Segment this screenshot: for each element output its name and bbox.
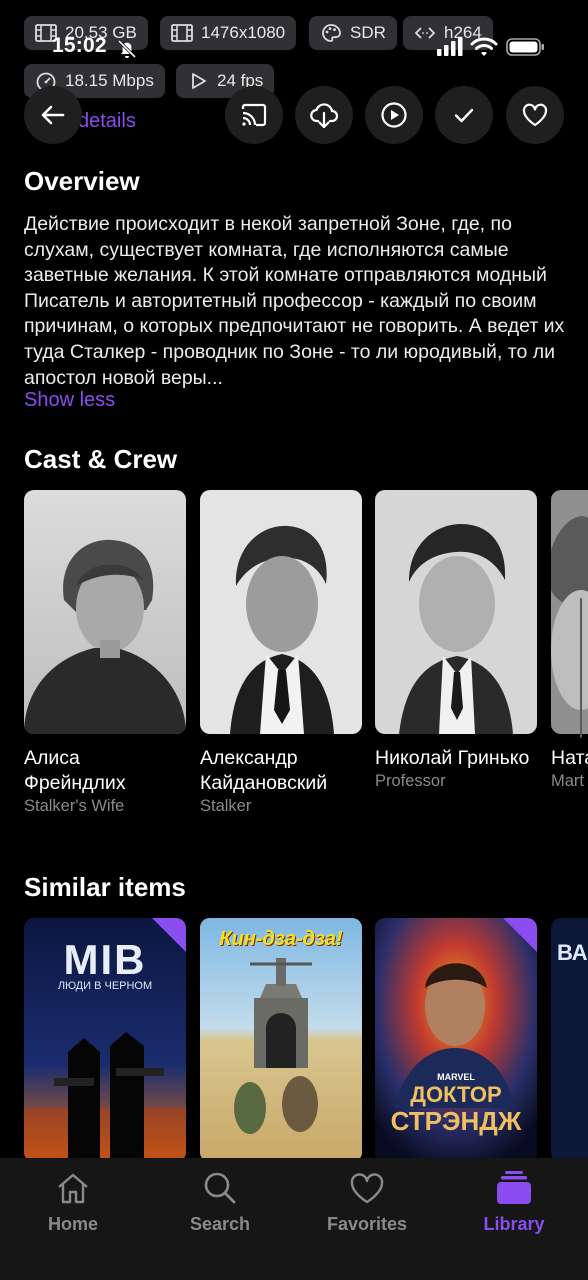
cast-role: Stalker [200, 797, 252, 815]
cast-button[interactable] [225, 86, 283, 144]
play-button[interactable] [365, 86, 423, 144]
code-icon [414, 27, 436, 39]
cast-role: Stalker's Wife [24, 797, 125, 815]
poster-title: ДОКТОР [410, 1082, 502, 1107]
watched-corner-badge [152, 918, 186, 952]
similar-item-poster[interactable]: Кин-дза-дза! [200, 918, 362, 1162]
back-button[interactable] [24, 86, 82, 144]
cast-photo [551, 490, 588, 734]
cast-heading: Cast & Crew [24, 444, 178, 474]
palette-icon [322, 24, 341, 42]
system-status-icons [436, 36, 546, 58]
nav-library-label: Library [483, 1214, 545, 1234]
poster-brand: MARVEL [437, 1072, 475, 1082]
play-circle-icon [381, 102, 407, 128]
nav-library[interactable]: Library [459, 1168, 569, 1235]
battery-icon [506, 38, 544, 56]
similar-item-poster[interactable]: MARVEL ДОКТОР СТРЭНДЖ [375, 918, 537, 1162]
cast-card[interactable]: Алиса Фрейндлих Stalker's Wife [24, 490, 186, 816]
cast-role: Mart [551, 772, 584, 790]
watched-corner-badge [503, 918, 537, 952]
home-icon [58, 1173, 88, 1204]
mute-bell-icon [117, 39, 137, 59]
favorite-button[interactable] [506, 86, 564, 144]
nav-home-label: Home [47, 1214, 98, 1234]
cast-name: Николай Гринько [375, 747, 530, 769]
status-time: 15:02 [52, 34, 107, 57]
cast-card[interactable]: Ната Абр Mart [551, 490, 588, 791]
cast-photo [200, 490, 362, 734]
cast-role: Professor [375, 772, 446, 790]
poster-subtitle: ЛЮДИ В ЧЕРНОМ [57, 980, 153, 992]
show-less-link[interactable]: Show less [24, 389, 115, 412]
nav-home[interactable]: Home [18, 1168, 128, 1235]
library-icon [497, 1171, 531, 1204]
cast-photo [375, 490, 537, 734]
similar-item-poster[interactable]: ВА [551, 918, 588, 1162]
cast-card[interactable]: Николай Гринько Professor [375, 490, 537, 791]
nav-favorites-label: Favorites [326, 1214, 408, 1234]
bitrate-value: 18.15 Mbps [65, 71, 154, 90]
cast-icon [241, 103, 267, 127]
poster-title-line: СТРЭНДЖ [390, 1106, 522, 1136]
poster-title: ВА [557, 940, 588, 965]
similar-heading: Similar items [24, 872, 186, 902]
play-outline-icon [192, 73, 206, 89]
overview-text: Действие происходит в некой запретной Зо… [24, 213, 565, 389]
heart-icon [522, 103, 548, 127]
similar-item-poster[interactable]: MIB ЛЮДИ В ЧЕРНОМ [24, 918, 186, 1162]
cloud-download-icon [310, 103, 339, 129]
cast-card[interactable]: Александр Кайдановский Stalker [200, 490, 362, 816]
film-icon [171, 24, 193, 42]
bottom-navigation: Home Search Favorites Library [0, 1158, 588, 1280]
arrow-left-icon [41, 105, 65, 125]
search-icon [204, 1172, 236, 1204]
cast-photo [24, 490, 186, 734]
heart-icon [350, 1173, 384, 1204]
poster-title: Кин-дза-дза! [219, 928, 343, 950]
cast-name: Алиса Фрейндлих [24, 747, 126, 794]
cast-name: Ната Абр [551, 747, 588, 769]
nav-favorites[interactable]: Favorites [312, 1168, 422, 1235]
scrollbar-thumb[interactable] [580, 598, 582, 738]
dynamic-range-chip: SDR [309, 16, 397, 50]
signal-icon [437, 37, 463, 56]
resolution-value: 1476x1080 [201, 23, 286, 42]
nav-search-label: Search [189, 1214, 251, 1234]
checkmark-icon [454, 108, 474, 123]
cast-name: Александр Кайдановский [200, 747, 328, 794]
download-button[interactable] [295, 86, 353, 144]
mark-watched-button[interactable] [435, 86, 493, 144]
wifi-icon [470, 37, 498, 56]
overview-heading: Overview [24, 166, 140, 196]
details-link[interactable]: details [78, 110, 136, 133]
nav-search[interactable]: Search [165, 1168, 275, 1235]
dynamic-range-value: SDR [350, 23, 386, 42]
resolution-chip: 1476x1080 [160, 16, 297, 50]
